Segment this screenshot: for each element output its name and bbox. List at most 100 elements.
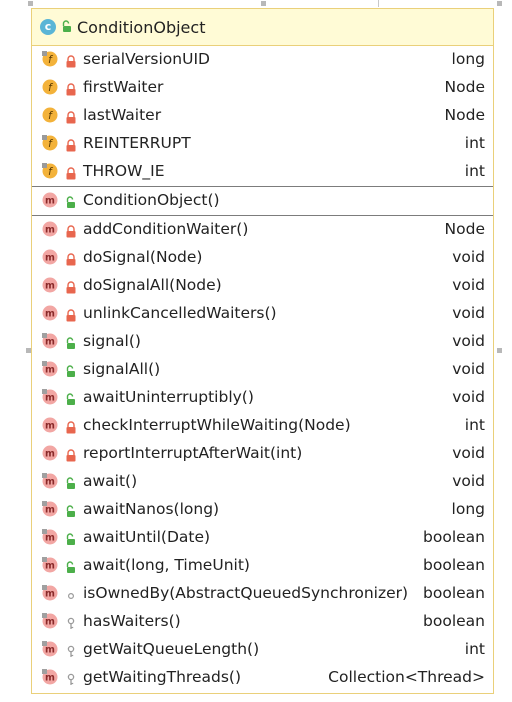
public-unlock-icon bbox=[65, 531, 77, 545]
member-name: unlinkCancelledWaiters() bbox=[83, 304, 277, 322]
svg-text:m: m bbox=[45, 365, 55, 376]
method-row[interactable]: m reportInterruptAfterWait(int) void bbox=[32, 439, 493, 467]
resize-handle-top-right[interactable] bbox=[497, 1, 502, 6]
member-type: Node bbox=[444, 106, 485, 124]
member-type: boolean bbox=[423, 556, 485, 574]
field-static-icon: f bbox=[42, 51, 58, 67]
private-lock-icon bbox=[65, 223, 77, 238]
field-row[interactable]: f THROW_IE int bbox=[32, 157, 493, 185]
member-name: addConditionWaiter() bbox=[83, 220, 249, 238]
class-title: ConditionObject bbox=[77, 17, 206, 37]
private-lock-icon bbox=[65, 53, 77, 68]
field-static-icon: f bbox=[42, 163, 58, 179]
member-name: doSignalAll(Node) bbox=[83, 276, 222, 294]
field-row[interactable]: f REINTERRUPT int bbox=[32, 129, 493, 157]
member-type: void bbox=[452, 444, 485, 462]
member-name: isOwnedBy(AbstractQueuedSynchronizer) bbox=[83, 584, 409, 602]
method-icon: m bbox=[42, 221, 58, 237]
method-row[interactable]: m doSignal(Node) void bbox=[32, 243, 493, 271]
resize-handle-top-center[interactable] bbox=[261, 1, 266, 6]
method-final-icon: m bbox=[42, 557, 58, 573]
private-lock-icon bbox=[65, 165, 77, 180]
public-unlock-icon bbox=[61, 18, 73, 37]
resize-handle-middle-right[interactable] bbox=[497, 348, 502, 353]
member-type: int bbox=[464, 640, 485, 658]
member-name: ConditionObject() bbox=[83, 191, 220, 209]
member-type: void bbox=[452, 360, 485, 378]
member-type: void bbox=[452, 248, 485, 266]
member-name: firstWaiter bbox=[83, 78, 164, 96]
class-icon: c bbox=[40, 19, 56, 35]
protected-key-icon bbox=[65, 643, 77, 657]
method-icon: m bbox=[42, 277, 58, 293]
class-header[interactable]: c ConditionObject bbox=[32, 9, 493, 46]
field-row[interactable]: f lastWaiter Node bbox=[32, 101, 493, 129]
resize-handle-top-left[interactable] bbox=[28, 1, 33, 6]
method-row[interactable]: m doSignalAll(Node) void bbox=[32, 271, 493, 299]
uml-class-node[interactable]: c ConditionObject f serialVersionUID long f… bbox=[31, 8, 494, 694]
svg-text:m: m bbox=[45, 561, 55, 572]
method-final-icon: m bbox=[42, 333, 58, 349]
field-icon: f bbox=[42, 107, 58, 123]
member-type: boolean bbox=[423, 584, 485, 602]
member-type: void bbox=[452, 304, 485, 322]
svg-text:m: m bbox=[45, 673, 55, 684]
method-row[interactable]: m getWaitingThreads() Collection<Thread> bbox=[32, 663, 493, 691]
method-final-icon: m bbox=[42, 389, 58, 405]
member-name: reportInterruptAfterWait(int) bbox=[83, 444, 303, 462]
public-unlock-icon bbox=[65, 559, 77, 573]
svg-text:m: m bbox=[45, 225, 55, 236]
member-name: hasWaiters() bbox=[83, 612, 181, 630]
method-row[interactable]: m isOwnedBy(AbstractQueuedSynchronizer) bo… bbox=[32, 579, 493, 607]
method-row[interactable]: m await() void bbox=[32, 467, 493, 495]
member-name: doSignal(Node) bbox=[83, 248, 203, 266]
member-name: awaitUntil(Date) bbox=[83, 528, 211, 546]
svg-text:m: m bbox=[45, 281, 55, 292]
field-row[interactable]: f firstWaiter Node bbox=[32, 73, 493, 101]
member-type: void bbox=[452, 388, 485, 406]
method-row[interactable]: m signal() void bbox=[32, 327, 493, 355]
member-name: THROW_IE bbox=[83, 162, 165, 180]
member-name: await(long, TimeUnit) bbox=[83, 556, 250, 574]
field-row[interactable]: f serialVersionUID long bbox=[32, 45, 493, 73]
public-unlock-icon bbox=[65, 363, 77, 377]
member-name: awaitNanos(long) bbox=[83, 500, 220, 518]
constructor-row[interactable]: m ConditionObject() bbox=[32, 186, 493, 214]
method-icon: m bbox=[42, 445, 58, 461]
method-row[interactable]: m awaitUntil(Date) boolean bbox=[32, 523, 493, 551]
method-row[interactable]: m awaitNanos(long) long bbox=[32, 495, 493, 523]
svg-text:m: m bbox=[45, 253, 55, 264]
method-row[interactable]: m awaitUninterruptibly() void bbox=[32, 383, 493, 411]
public-unlock-icon bbox=[65, 335, 77, 349]
method-row[interactable]: m getWaitQueueLength() int bbox=[32, 635, 493, 663]
method-final-icon: m bbox=[42, 585, 58, 601]
method-icon: m bbox=[42, 249, 58, 265]
method-row[interactable]: m signalAll() void bbox=[32, 355, 493, 383]
member-name: signalAll() bbox=[83, 360, 161, 378]
svg-text:m: m bbox=[45, 393, 55, 404]
method-row[interactable]: m addConditionWaiter() Node bbox=[32, 215, 493, 243]
method-icon: m bbox=[42, 417, 58, 433]
member-name: getWaitQueueLength() bbox=[83, 640, 260, 658]
private-lock-icon bbox=[65, 447, 77, 462]
private-lock-icon bbox=[65, 109, 77, 124]
member-type: boolean bbox=[423, 612, 485, 630]
method-row[interactable]: m hasWaiters() boolean bbox=[32, 607, 493, 635]
method-final-icon: m bbox=[42, 613, 58, 629]
member-name: lastWaiter bbox=[83, 106, 162, 124]
member-type: Node bbox=[444, 220, 485, 238]
member-type: long bbox=[451, 50, 485, 68]
method-row[interactable]: m await(long, TimeUnit) boolean bbox=[32, 551, 493, 579]
public-unlock-icon bbox=[65, 391, 77, 405]
svg-text:m: m bbox=[45, 589, 55, 600]
private-lock-icon bbox=[65, 81, 77, 96]
method-row[interactable]: m unlinkCancelledWaiters() void bbox=[32, 299, 493, 327]
member-type: long bbox=[451, 500, 485, 518]
package-dot-icon bbox=[65, 587, 77, 600]
member-name: REINTERRUPT bbox=[83, 134, 191, 152]
svg-text:m: m bbox=[45, 617, 55, 628]
member-type: void bbox=[452, 332, 485, 350]
method-row[interactable]: m checkInterruptWhileWaiting(Node) int bbox=[32, 411, 493, 439]
member-type: Node bbox=[444, 78, 485, 96]
member-name: getWaitingThreads() bbox=[83, 668, 242, 686]
